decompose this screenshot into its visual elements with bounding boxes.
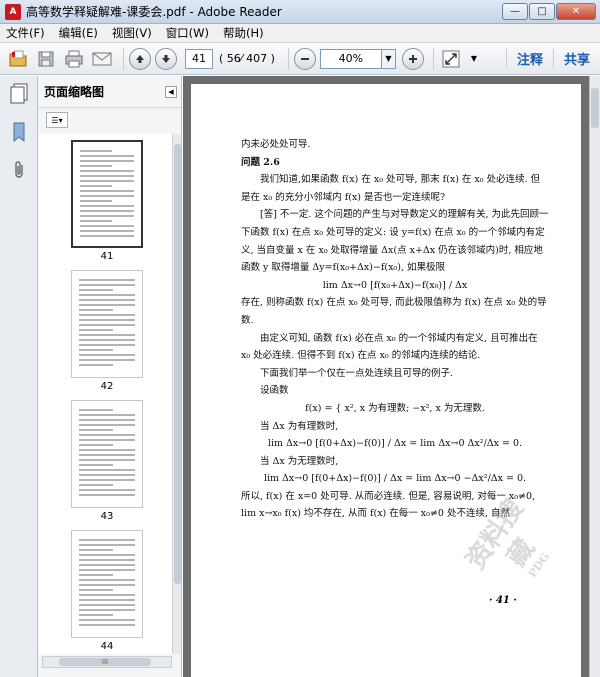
toolbar-separator [432,47,434,70]
thumbnail-horizontal-scrollbar[interactable]: III [42,656,172,668]
thumbnail-scrollbar[interactable] [172,134,181,654]
page-footer-number: · 41 · [489,595,517,606]
paragraph: 由定义可知, 函数 f(x) 必在点 x₀ 的一个邻域内有定义, 且可推出在 x… [241,332,538,362]
menu-help[interactable]: 帮助(H) [223,25,264,41]
formula: f(x) = { x², x 为有理数; −x², x 为无理数. [305,402,485,414]
share-button[interactable]: 共享 [552,49,600,68]
scrollbar-thumb[interactable]: III [59,658,151,666]
thumbnail-content [79,409,135,499]
panel-title: 页面缩略图 [44,85,105,99]
text-line: 内未必处处可导. [241,139,311,150]
navigation-strip [0,76,38,677]
paragraph: [答] 不一定. 这个问题的产生与对导数定义的理解有关, 为此先回顾一下函数 f… [241,209,549,274]
problem-heading: 问题 2.6 [241,156,280,168]
close-button[interactable]: ✕ [556,3,596,20]
scrollbar-thumb[interactable] [591,88,599,128]
thumbnail-page[interactable] [71,270,143,378]
menu-view[interactable]: 视图(V) [112,25,152,41]
save-icon[interactable] [34,47,58,71]
thumbnail-page[interactable] [71,140,143,248]
arrow-up-icon[interactable] [129,47,151,70]
minus-icon[interactable] [293,47,316,70]
panel-options-bar: ☰▾ [38,108,181,132]
paragraph: 我们知道,如果函数 f(x) 在 x₀ 处可导, 那末 f(x) 在 x₀ 处必… [241,174,541,203]
chevron-down-icon[interactable]: ▼ [467,49,481,69]
toolbar-separator [287,47,289,70]
panel-header: 页面缩略图 ◀ [38,76,181,108]
thumbnail-list: 41 42 43 44 [38,134,172,654]
plus-icon[interactable] [401,47,424,70]
thumbnail-page[interactable] [71,530,143,638]
options-menu-icon[interactable]: ☰▾ [46,112,68,128]
formula: lim Δx→0 [f(0+Δx)−f(0)] / Δx = lim Δx→0 … [263,473,527,485]
formula: lim Δx→0 [f(x₀+Δx)−f(x₀)] / Δx [322,279,468,291]
thumbnail-content [80,150,134,238]
paragraph: 下面我们举一个仅在一点处连续且可导的例子. [260,367,454,379]
page-number-input[interactable]: 41 [185,48,213,69]
pages-icon[interactable] [7,82,31,106]
toolbar-right: 注释 共享 [505,49,600,68]
thumbnail-content [79,539,135,629]
minimize-button[interactable]: — [502,3,528,20]
thumbnail-label: 43 [100,511,114,522]
scrollbar-thumb[interactable] [174,144,181,584]
document-view[interactable]: 内未必处处可导. 问题 2.6 我们知道,如果函数 f(x) 在 x₀ 处可导,… [183,76,589,677]
menu-window[interactable]: 窗口(W) [166,25,209,41]
menu-bar: 文件(F) 编辑(E) 视图(V) 窗口(W) 帮助(H) [0,24,600,43]
print-icon[interactable] [62,47,86,71]
folder-open-icon[interactable] [6,47,30,71]
toolbar-separator [123,47,124,70]
paragraph: 当 Δx 为有理数时, [260,420,339,432]
thumbnail-page[interactable] [71,400,143,508]
pdf-page: 内未必处处可导. 问题 2.6 我们知道,如果函数 f(x) 在 x₀ 处可导,… [191,84,581,677]
adobe-reader-icon: A [5,3,21,20]
paragraph: 当 Δx 为无理数时, [260,455,339,467]
arrow-down-icon[interactable] [155,47,177,70]
paragraph: 设函数 [260,385,289,397]
email-icon[interactable] [90,47,114,71]
formula: lim Δx→0 [f(0+Δx)−f(0)] / Δx = lim Δx→0 … [267,438,523,450]
document-scrollbar[interactable] [589,76,600,677]
thumbnail-panel: 页面缩略图 ◀ ☰▾ 41 42 43 44 III [38,76,182,677]
collapse-panel-button[interactable]: ◀ [165,85,177,98]
bookmark-icon[interactable] [7,120,31,144]
zoom-input[interactable]: 40% [319,48,382,69]
comment-button[interactable]: 注释 [505,49,553,68]
paragraph: 存在, 则称函数 f(x) 在点 x₀ 处可导, 而此极限值称为 f(x) 在点… [241,297,547,326]
page-body: 内未必处处可导. 问题 2.6 我们知道,如果函数 f(x) 在 x₀ 处可导,… [241,136,549,523]
fit-page-icon[interactable] [439,47,463,71]
page-count: ( 56⁄ 407 ) [219,52,275,65]
thumbnail-content [79,279,135,369]
window-title: 高等数学释疑解难-课委会.pdf - Adobe Reader [26,5,282,19]
title-bar: A 高等数学释疑解难-课委会.pdf - Adobe Reader — □ ✕ [0,0,600,24]
menu-edit[interactable]: 编辑(E) [59,25,98,41]
menu-file[interactable]: 文件(F) [6,25,45,41]
thumbnail-label: 41 [100,251,114,262]
toolbar: 41 ( 56⁄ 407 ) 40% ▼ ▼ 注释 共享 [0,43,600,75]
chevron-down-icon[interactable]: ▼ [381,48,396,69]
paperclip-icon[interactable] [7,158,31,182]
maximize-button[interactable]: □ [529,3,555,20]
thumbnail-label: 44 [100,641,114,652]
thumbnail-label: 42 [100,381,114,392]
